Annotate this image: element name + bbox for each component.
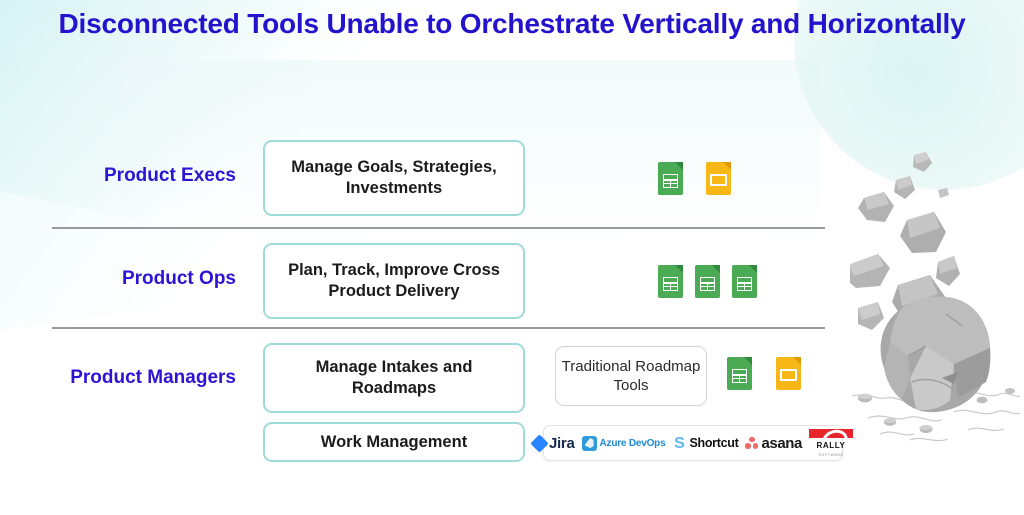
matrix-row-product-execs: Product Execs Manage Goals, Strategies, … — [0, 140, 1024, 220]
google-sheets-icon[interactable] — [732, 265, 757, 298]
google-sheets-icon[interactable] — [695, 265, 720, 298]
rally-swirl-icon — [809, 429, 854, 438]
tool-icons-product-managers — [727, 357, 801, 390]
task-box-plan-track-improve[interactable]: Plan, Track, Improve Cross Product Deliv… — [263, 243, 525, 319]
capability-matrix: Product Execs Manage Goals, Strategies, … — [0, 0, 1024, 515]
page-fold — [675, 265, 683, 273]
matrix-row-product-ops: Product Ops Plan, Track, Improve Cross P… — [0, 243, 1024, 323]
jira-logo[interactable]: Jira — [530, 433, 575, 453]
page-fold — [675, 162, 683, 170]
row-divider — [52, 327, 825, 329]
title-bar: Disconnected Tools Unable to Orchestrate… — [0, 8, 1024, 40]
jira-logo-label: Jira — [549, 434, 575, 452]
traditional-roadmap-tools-box[interactable]: Traditional Roadmap Tools — [555, 346, 707, 406]
work-management-logo-strip: Jira Azure DevOps Shortcut asana RALLY S… — [530, 425, 854, 461]
spreadsheet-grid-glyph — [663, 174, 678, 188]
google-slides-icon[interactable] — [706, 162, 731, 195]
page-fold — [712, 265, 720, 273]
spreadsheet-grid-glyph — [737, 277, 752, 291]
page-fold — [793, 357, 801, 365]
spreadsheet-grid-glyph — [663, 277, 678, 291]
shortcut-logo-label: Shortcut — [689, 436, 739, 450]
asana-logo[interactable]: asana — [745, 435, 802, 452]
slide-frame-glyph — [710, 174, 727, 186]
page-fold — [749, 265, 757, 273]
spreadsheet-grid-glyph — [732, 369, 747, 383]
azure-devops-logo[interactable]: Azure DevOps — [581, 435, 666, 451]
task-box-work-management[interactable]: Work Management — [263, 422, 525, 462]
page-fold — [723, 162, 731, 170]
slide-frame-glyph — [780, 369, 797, 381]
google-sheets-icon[interactable] — [658, 162, 683, 195]
google-slides-icon[interactable] — [776, 357, 801, 390]
azure-devops-infinity-icon — [581, 435, 597, 451]
google-sheets-icon[interactable] — [727, 357, 752, 390]
tool-icons-product-execs — [658, 162, 731, 195]
shortcut-logo[interactable]: Shortcut — [672, 436, 738, 451]
spreadsheet-grid-glyph — [700, 277, 715, 291]
row-label-product-managers: Product Managers — [70, 367, 236, 388]
page-fold — [744, 357, 752, 365]
jira-diamond-icon — [530, 433, 549, 453]
row-label-product-execs: Product Execs — [104, 165, 236, 186]
google-sheets-icon[interactable] — [658, 265, 683, 298]
page-title: Disconnected Tools Unable to Orchestrate… — [58, 8, 966, 39]
task-box-manage-goals[interactable]: Manage Goals, Strategies, Investments — [263, 140, 525, 216]
row-divider — [52, 227, 825, 229]
tool-icons-product-ops — [658, 265, 757, 298]
task-box-manage-intakes[interactable]: Manage Intakes and Roadmaps — [263, 343, 525, 413]
shortcut-s-icon — [672, 436, 686, 451]
row-label-product-ops: Product Ops — [121, 268, 236, 289]
rally-logo[interactable]: RALLY SOFTWARE — [809, 429, 854, 457]
asana-logo-label: asana — [761, 434, 803, 452]
rally-logo-label: RALLY — [816, 441, 846, 450]
rally-logo-sublabel: SOFTWARE — [818, 453, 844, 457]
matrix-row-product-managers: Product Managers Manage Intakes and Road… — [0, 343, 1024, 463]
asana-three-dots-icon — [745, 437, 759, 449]
azure-devops-logo-label: Azure DevOps — [599, 437, 666, 449]
